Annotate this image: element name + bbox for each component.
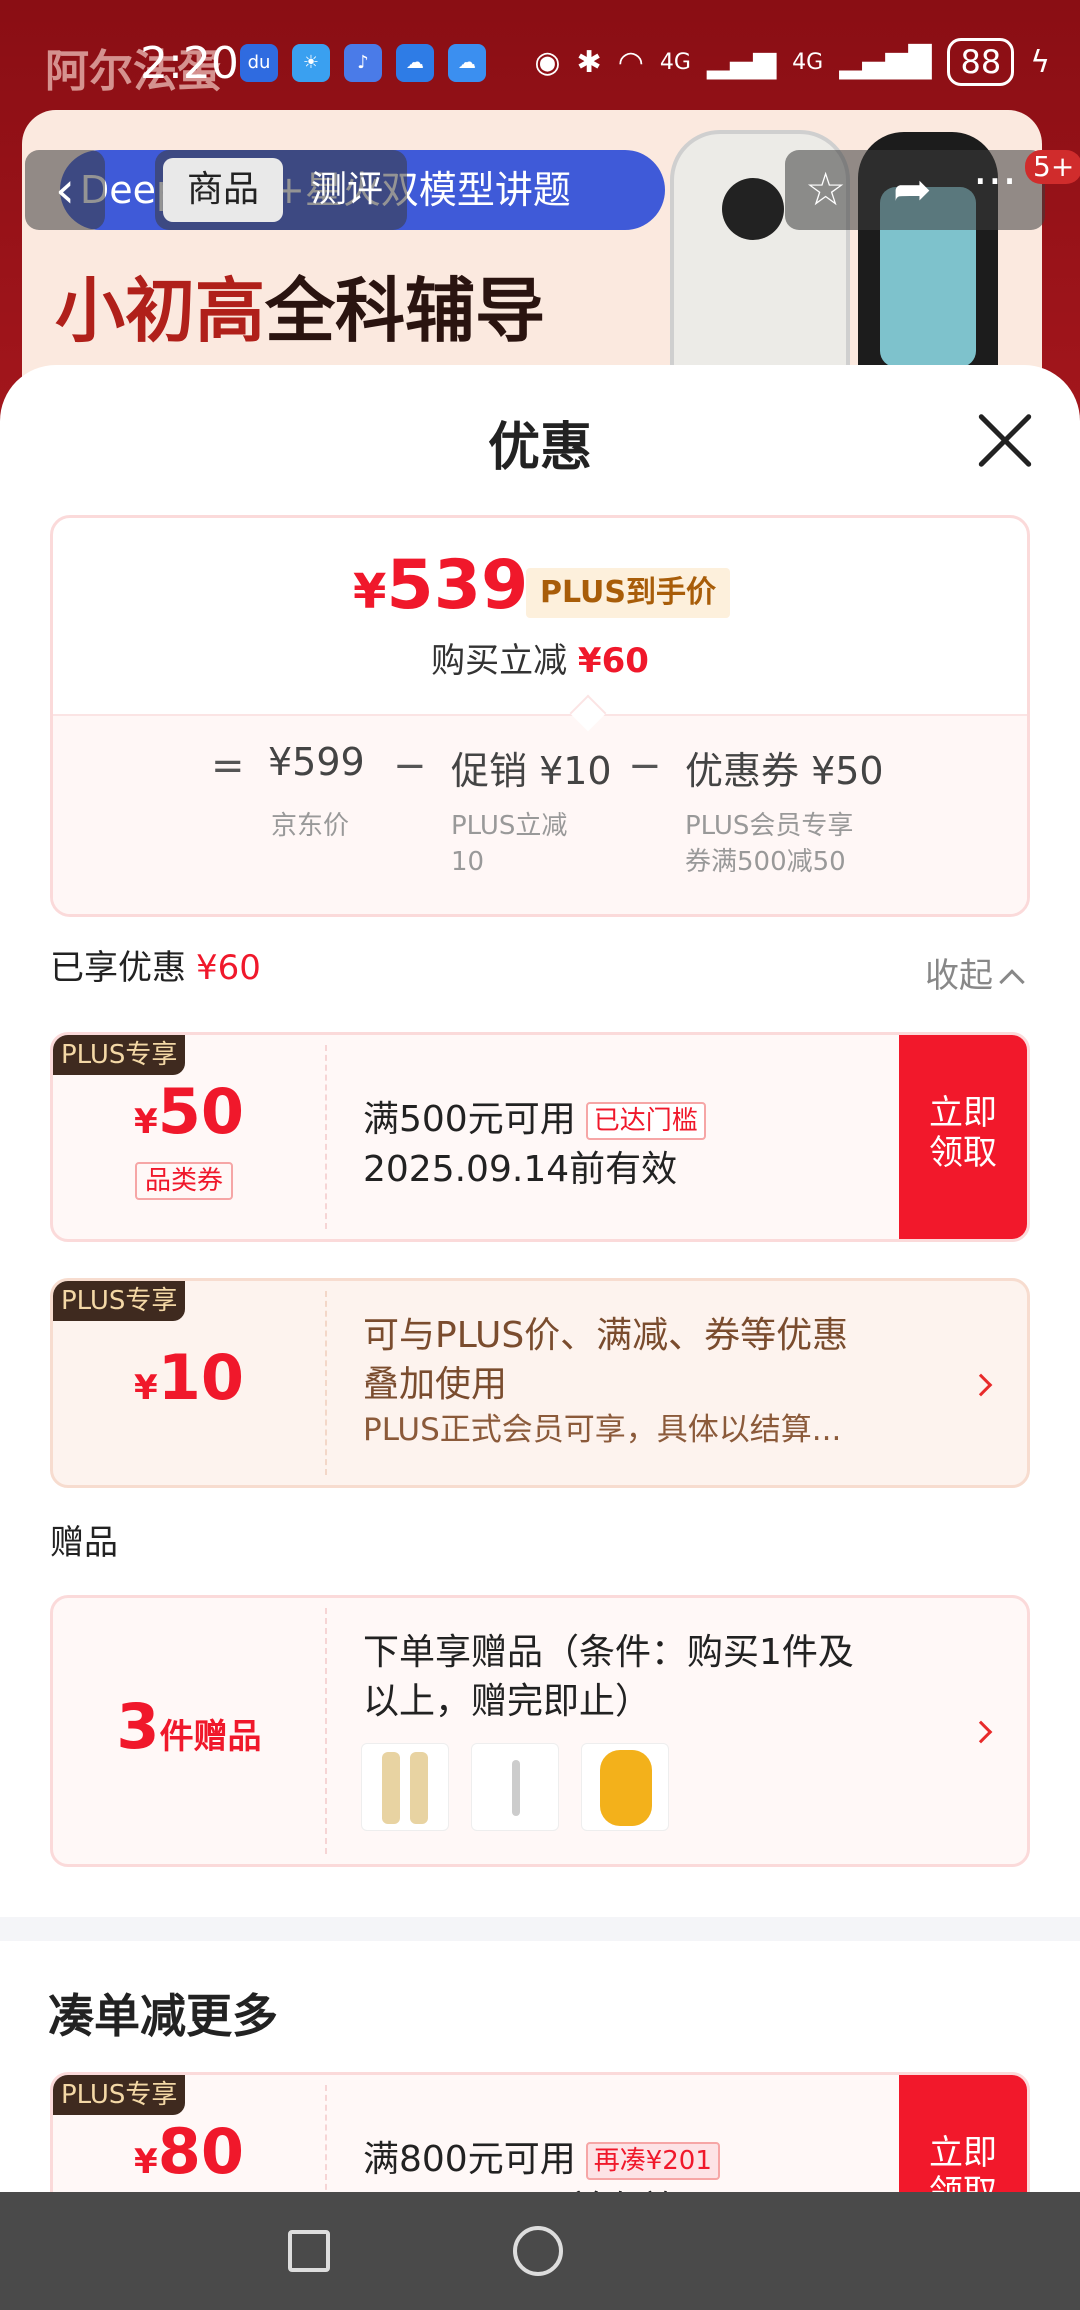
- gift-thumbnail-2: [471, 1743, 559, 1831]
- plus-discount-line2: 叠加使用: [363, 1364, 508, 1405]
- charging-icon: ϟ: [1030, 44, 1050, 80]
- collapse-button[interactable]: 收起: [925, 948, 1025, 997]
- wifi-icon: ◠: [617, 44, 644, 80]
- promo-sub-2: 10: [451, 847, 485, 877]
- promo-sub-1: PLUS立减: [451, 811, 568, 841]
- gift-thumbnail-3: [581, 1743, 669, 1831]
- weather-app-icon: ☀: [292, 44, 330, 82]
- notification-icons: du ☀ ♪ ☁ ☁: [240, 44, 486, 82]
- jd-price: ¥599: [268, 740, 365, 784]
- card-divider: [325, 1291, 327, 1475]
- battery-indicator: 88: [947, 38, 1015, 86]
- tab-product[interactable]: 商品: [163, 158, 283, 222]
- status-bar: 2:20 du ☀ ♪ ☁ ☁ ◉ ✱ ◠ 4G ▂▄▆ 4G ▂▄▆█ 88 …: [0, 30, 1080, 100]
- status-time: 2:20: [140, 38, 239, 89]
- close-icon[interactable]: [975, 410, 1035, 470]
- bluetooth-icon: ✱: [576, 44, 602, 80]
- network-label-2: 4G: [792, 49, 824, 75]
- eye-comfort-icon: ◉: [534, 44, 561, 80]
- threshold-reached-badge: 已达门槛: [585, 1102, 706, 1140]
- plus-exclusive-tag: PLUS专享: [53, 1281, 186, 1321]
- final-price: ¥539: [353, 546, 529, 625]
- coupon-validity: 2025.09.14前有效: [363, 1149, 678, 1190]
- plus-discount-line1: 可与PLUS价、满减、券等优惠: [363, 1315, 849, 1356]
- product-tabs: 商品 测评: [155, 150, 407, 230]
- gift-thumbnail-1: [361, 1743, 449, 1831]
- coupon-discount: 优惠券 ¥50: [685, 749, 884, 793]
- chevron-left-icon: ‹: [55, 161, 75, 219]
- back-button[interactable]: ‹: [25, 150, 105, 230]
- coupon-condition: 满500元可用 已达门槛: [363, 1090, 706, 1142]
- coupon-card-50: PLUS专享 ¥50 品类券 满500元可用 已达门槛 2025.09.14前有效…: [50, 1032, 1030, 1242]
- coupon-sub-2: 券满500减50: [685, 847, 846, 877]
- status-indicators: ◉ ✱ ◠ 4G ▂▄▆ 4G ▂▄▆█ 88 ϟ: [534, 38, 1050, 86]
- more-icon[interactable]: ···: [973, 154, 1017, 208]
- baidu-app-icon: du: [240, 44, 278, 82]
- more-discounts-title: 凑单减更多: [48, 1989, 278, 2043]
- plus-exclusive-tag: PLUS专享: [53, 2075, 186, 2115]
- signal-icon-2: ▂▄▆█: [839, 44, 932, 80]
- plus-exclusive-tag: PLUS专享: [53, 1035, 186, 1075]
- coupon-amount: ¥80: [134, 2115, 244, 2188]
- top-actions: ☆ ➦ ···: [785, 150, 1045, 230]
- system-navigation-bar: [0, 2192, 1080, 2310]
- share-icon[interactable]: ➦: [893, 162, 932, 216]
- jd-price-label: 京东价: [271, 811, 350, 841]
- gift-condition-line2: 以上，赠完即止）: [363, 1681, 652, 1722]
- chevron-up-icon: [999, 969, 1025, 995]
- equals-sign: =: [211, 743, 245, 789]
- chevron-right-icon: [969, 1373, 993, 1397]
- coupon-sub-1: PLUS会员专享: [685, 811, 854, 841]
- home-icon[interactable]: [513, 2226, 563, 2276]
- plus-discount-card[interactable]: PLUS专享 ¥10 可与PLUS价、满减、券等优惠 叠加使用 PLUS正式会员…: [50, 1278, 1030, 1488]
- message-badge: 5+: [1025, 150, 1080, 184]
- signal-icon: ▂▄▆: [706, 44, 777, 80]
- plus-price-tag: PLUS到手价: [526, 568, 731, 618]
- enjoyed-discount: 已享优惠 ¥60: [50, 948, 261, 988]
- coupon-amount: ¥50: [134, 1075, 244, 1148]
- card-divider: [325, 1608, 327, 1854]
- sheet-title: 优惠: [487, 418, 592, 478]
- gift-count: 3件赠品: [116, 1690, 262, 1763]
- gift-condition-line1: 下单享赠品（条件：购买1件及: [363, 1632, 854, 1673]
- needed-amount-badge: 再凑¥201: [585, 2142, 720, 2180]
- poster-headline: 小初高全科辅导: [55, 270, 545, 352]
- coupon-divider: [325, 1045, 327, 1229]
- claim-coupon-button[interactable]: 立即领取: [899, 1035, 1027, 1239]
- network-label-1: 4G: [659, 49, 691, 75]
- plus-discount-amount: ¥10: [134, 1341, 244, 1414]
- cloud-lock-app-icon: ☁: [396, 44, 434, 82]
- section-divider: [0, 1917, 1080, 1941]
- minus-sign-2: −: [628, 743, 662, 789]
- coupon-condition: 满800元可用 再凑¥201: [363, 2130, 720, 2182]
- minus-sign-1: −: [393, 743, 427, 789]
- cloud-app-icon: ☁: [448, 44, 486, 82]
- promo-discount: 促销 ¥10: [451, 749, 612, 793]
- plus-discount-note: PLUS正式会员可享，具体以结算...: [363, 1412, 842, 1448]
- category-coupon-tag: 品类券: [135, 1162, 234, 1200]
- tab-review[interactable]: 测评: [293, 158, 401, 222]
- recent-apps-icon[interactable]: [288, 2230, 330, 2272]
- gifts-card[interactable]: 3件赠品 下单享赠品（条件：购买1件及 以上，赠完即止）: [50, 1595, 1030, 1867]
- device-camera: [722, 178, 784, 240]
- price-breakdown-card: ¥539 PLUS到手价 购买立减 ¥60 = ¥599 京东价 − 促销 ¥1…: [50, 515, 1030, 917]
- instant-discount: 购买立减 ¥60: [431, 641, 649, 681]
- favorite-star-icon[interactable]: ☆: [805, 162, 846, 216]
- discount-sheet: 优惠 ¥539 PLUS到手价 购买立减 ¥60 = ¥599 京东价 − 促销…: [0, 365, 1080, 2310]
- music-app-icon: ♪: [344, 44, 382, 82]
- chevron-right-icon: [969, 1720, 993, 1744]
- gifts-section-title: 赠品: [50, 1523, 118, 1563]
